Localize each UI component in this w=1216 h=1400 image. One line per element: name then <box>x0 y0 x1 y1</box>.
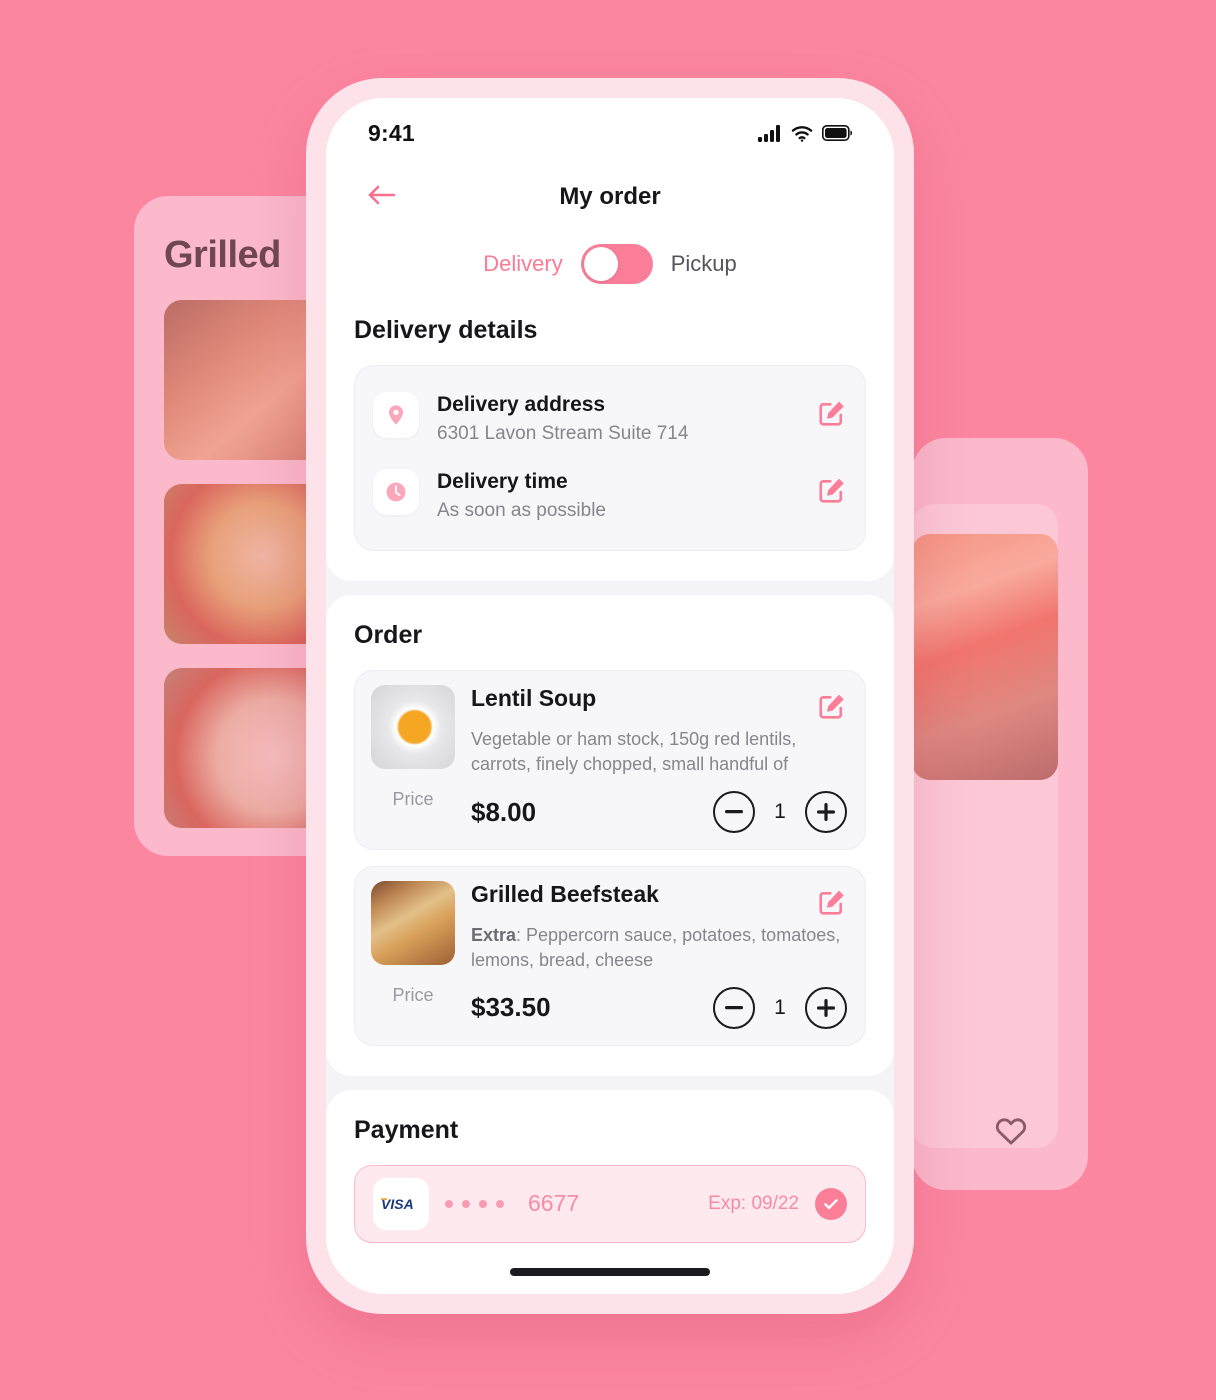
delivery-info-box: Delivery address 6301 Lavon Stream Suite… <box>354 365 866 551</box>
page-title: My order <box>559 183 661 210</box>
arrow-left-icon <box>367 184 397 211</box>
phone-screen-bezel: 9:41 My order Delivery Pickup Delivery d… <box>326 98 894 1294</box>
order-title: Order <box>354 621 423 649</box>
delivery-details-panel: Delivery details Delivery address 6301 L… <box>326 310 894 581</box>
edit-address-button[interactable] <box>817 398 847 428</box>
edit-time-button[interactable] <box>817 475 847 505</box>
payment-panel: Payment VISA 6677 Exp: 09/22 <box>326 1089 894 1250</box>
order-item-header: Grilled Beefsteak <box>471 881 847 917</box>
order-item-details: Grilled Beefsteak Extra: Peppercorn sauc… <box>471 881 847 1029</box>
lentil-soup-photo <box>371 685 455 769</box>
location-pin-icon <box>373 392 419 438</box>
order-item-price-label: Price <box>392 789 434 809</box>
order-item-row[interactable]: Price Lentil Soup Vegetable or ham stock… <box>354 670 866 850</box>
delivery-time-label: Delivery time <box>437 470 568 493</box>
quantity-value: 1 <box>774 800 786 823</box>
order-item-media: Price <box>371 685 455 833</box>
nav-bar: My order <box>326 160 894 234</box>
delivery-address-label: Delivery address <box>437 393 606 416</box>
delivery-time-value: As soon as possible <box>437 500 606 521</box>
order-item-media: Price <box>371 881 455 1029</box>
order-item-header: Lentil Soup <box>471 685 847 721</box>
card-mask-dots <box>445 1199 504 1208</box>
order-item-description-body: : Peppercorn sauce, potatoes, tomatoes, … <box>471 925 841 970</box>
delivery-address-value: 6301 Lavon Stream Suite 714 <box>437 423 689 444</box>
quantity-stepper: 1 <box>713 791 847 833</box>
delivery-details-title: Delivery details <box>354 316 538 344</box>
back-button[interactable] <box>362 177 402 217</box>
edit-icon <box>817 475 847 505</box>
order-item-name: Grilled Beefsteak <box>471 881 659 907</box>
order-item-footer: $33.50 1 <box>471 986 847 1029</box>
background-card-favorite <box>912 438 1088 1190</box>
increase-quantity-button[interactable] <box>805 986 847 1029</box>
home-indicator[interactable] <box>510 1268 710 1276</box>
status-bar: 9:41 <box>326 98 894 160</box>
order-panel: Order Price Lentil Soup Vegetable or ham… <box>326 595 894 1076</box>
home-indicator-area <box>326 1250 894 1294</box>
order-item-price-label: Price <box>392 985 434 1005</box>
increase-quantity-button[interactable] <box>805 791 847 833</box>
payment-card-visa[interactable]: VISA 6677 Exp: 09/22 <box>354 1164 866 1243</box>
order-item-description: Vegetable or ham stock, 150g red lentils… <box>471 729 797 774</box>
check-circle-icon <box>815 1187 847 1220</box>
delivery-address-row[interactable]: Delivery address 6301 Lavon Stream Suite… <box>373 380 847 457</box>
edit-icon <box>817 398 847 428</box>
delivery-time-row[interactable]: Delivery time As soon as possible <box>373 457 847 534</box>
delivery-address-text: Delivery address 6301 Lavon Stream Suite… <box>437 392 799 445</box>
payment-title: Payment <box>354 1115 459 1144</box>
cellular-signal-icon <box>758 124 782 142</box>
quantity-value: 1 <box>774 995 786 1019</box>
toggle-knob <box>583 247 618 281</box>
mode-toggle-row: Delivery Pickup <box>326 234 894 310</box>
delivery-pickup-toggle[interactable] <box>580 244 653 284</box>
order-item-price: $8.00 <box>471 796 537 827</box>
edit-icon <box>817 691 847 721</box>
battery-icon <box>822 125 852 141</box>
heart-icon <box>994 1114 1028 1148</box>
decrease-quantity-button[interactable] <box>713 986 755 1029</box>
card-last-four: 6677 <box>528 1190 580 1217</box>
edit-item-button[interactable] <box>817 887 847 917</box>
order-item-description-prefix: Extra <box>471 925 517 945</box>
order-item-row[interactable]: Price Grilled Beefsteak Extra: Peppercor… <box>354 866 866 1046</box>
card-expiry: Exp: 09/22 <box>708 1192 799 1214</box>
decrease-quantity-button[interactable] <box>713 791 755 833</box>
edit-icon <box>817 887 847 917</box>
toggle-label-delivery[interactable]: Delivery <box>483 251 562 277</box>
background-card-title: Grilled <box>164 234 281 276</box>
background-food-photo-4 <box>912 534 1058 780</box>
app-screen: 9:41 My order Delivery Pickup Delivery d… <box>326 98 894 1294</box>
status-icons <box>758 124 852 142</box>
order-item-description: Extra: Peppercorn sauce, potatoes, tomat… <box>471 923 847 973</box>
phone-frame: 9:41 My order Delivery Pickup Delivery d… <box>306 78 914 1314</box>
order-item-footer: $8.00 1 <box>471 791 847 833</box>
wifi-icon <box>791 125 813 142</box>
scroll-content[interactable]: Delivery details Delivery address 6301 L… <box>326 310 894 1250</box>
clock-icon <box>373 469 419 515</box>
order-item-name: Lentil Soup <box>471 685 597 711</box>
visa-logo-icon: VISA <box>373 1177 429 1230</box>
quantity-stepper: 1 <box>713 986 847 1029</box>
grilled-beefsteak-photo <box>371 881 455 965</box>
status-time: 9:41 <box>368 119 415 146</box>
order-item-details: Lentil Soup Vegetable or ham stock, 150g… <box>471 685 847 833</box>
toggle-label-pickup[interactable]: Pickup <box>671 251 737 277</box>
delivery-time-text: Delivery time As soon as possible <box>437 469 799 522</box>
edit-item-button[interactable] <box>817 691 847 721</box>
order-item-price: $33.50 <box>471 992 551 1023</box>
